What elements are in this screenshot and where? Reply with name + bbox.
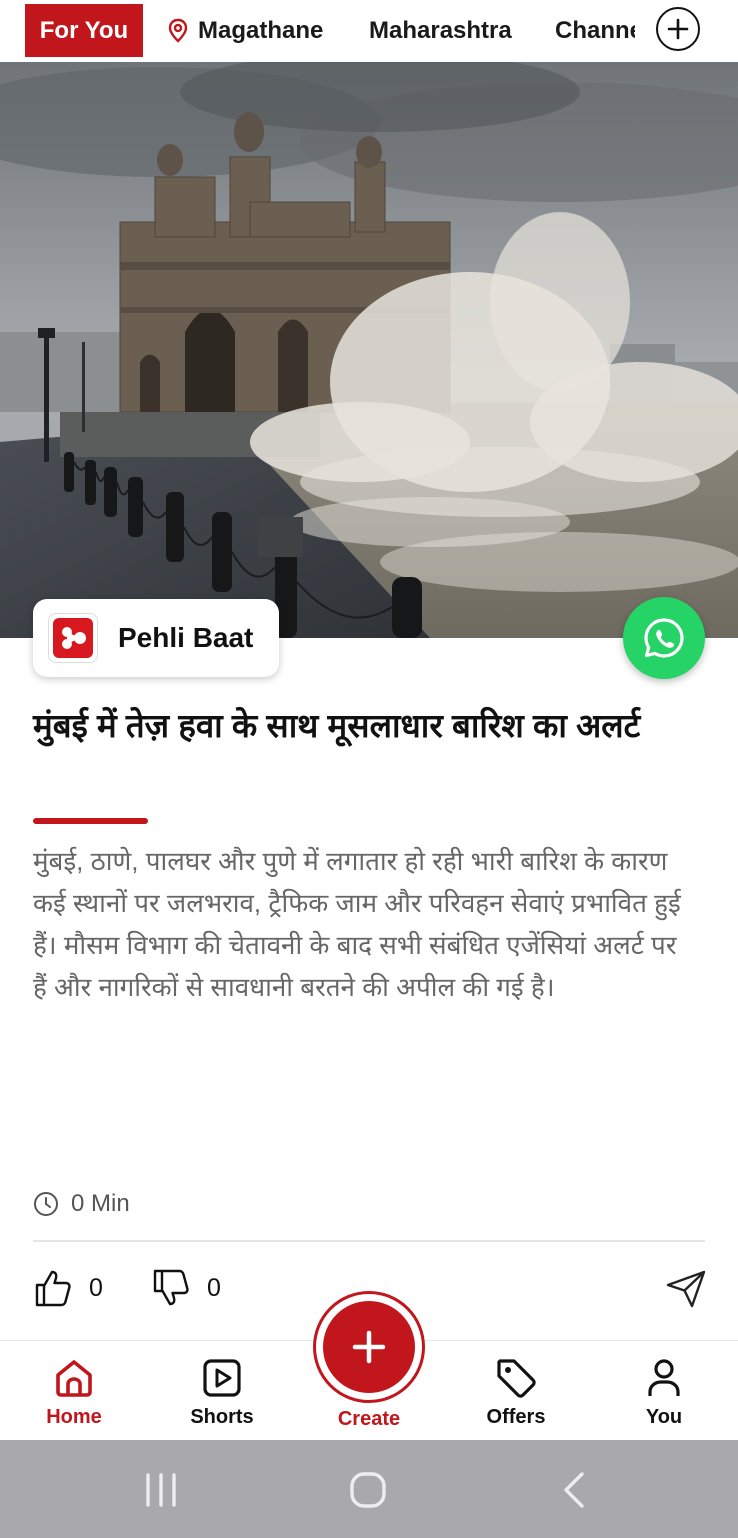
publisher-logo (48, 613, 98, 663)
whatsapp-share-button[interactable] (623, 597, 705, 679)
nav-you[interactable]: You (609, 1356, 719, 1436)
add-tab-button[interactable] (656, 7, 700, 51)
publisher-badge[interactable]: Pehli Baat (33, 599, 279, 677)
tab-for-you[interactable]: For You (25, 4, 143, 57)
plus-icon (352, 1330, 386, 1364)
nav-create-label[interactable]: Create (313, 1408, 425, 1431)
thumbs-up-icon (35, 1270, 71, 1307)
create-button[interactable] (313, 1291, 425, 1403)
read-time-label: 0 Min (71, 1190, 130, 1217)
share-button[interactable] (665, 1268, 707, 1315)
nav-you-label: You (645, 1406, 683, 1428)
back-button[interactable] (556, 1470, 592, 1515)
tab-channels[interactable]: Channe (555, 4, 635, 57)
nav-home[interactable]: Home (19, 1356, 129, 1436)
back-chevron-icon (564, 1472, 584, 1508)
home-icon (56, 1360, 92, 1397)
nav-offers-label: Offers (486, 1406, 546, 1428)
dislike-button[interactable]: 0 (151, 1266, 221, 1310)
like-button[interactable]: 0 (33, 1266, 103, 1310)
tab-location[interactable]: Magathane (166, 4, 323, 57)
whatsapp-icon (644, 618, 684, 658)
home-circle-icon (350, 1472, 386, 1508)
top-tab-bar: For You Magathane Maharashtra Channe (0, 0, 738, 63)
play-square-icon (203, 1359, 241, 1397)
recent-apps-icon (146, 1473, 176, 1507)
thumbs-down-icon (153, 1269, 189, 1306)
location-pin-icon (168, 18, 188, 43)
article-headline[interactable]: मुंबई में तेज़ हवा के साथ मूसलाधार बारिश… (33, 700, 693, 752)
send-icon (666, 1270, 706, 1308)
like-count: 0 (89, 1273, 103, 1302)
user-icon (648, 1359, 680, 1396)
dislike-count: 0 (207, 1273, 221, 1302)
article-image[interactable] (0, 62, 738, 638)
headline-accent-rule (33, 818, 148, 824)
recent-apps-button[interactable] (143, 1470, 179, 1515)
publisher-name: Pehli Baat (118, 622, 254, 653)
nav-shorts[interactable]: Shorts (167, 1356, 277, 1436)
read-time: 0 Min (33, 1186, 130, 1222)
clock-icon (34, 1192, 58, 1216)
publisher-logo-icon (62, 627, 86, 649)
tab-maharashtra[interactable]: Maharashtra (369, 4, 512, 57)
divider (33, 1240, 705, 1242)
tag-icon (497, 1359, 536, 1398)
plus-icon (667, 18, 689, 40)
nav-shorts-label: Shorts (190, 1406, 254, 1428)
nav-home-label: Home (46, 1406, 102, 1428)
article-summary: मुंबई, ठाणे, पालघर और पुणे में लगातार हो… (33, 846, 681, 1002)
tab-location-label: Magathane (198, 16, 324, 44)
nav-offers[interactable]: Offers (461, 1356, 571, 1436)
home-system-button[interactable] (348, 1470, 388, 1515)
